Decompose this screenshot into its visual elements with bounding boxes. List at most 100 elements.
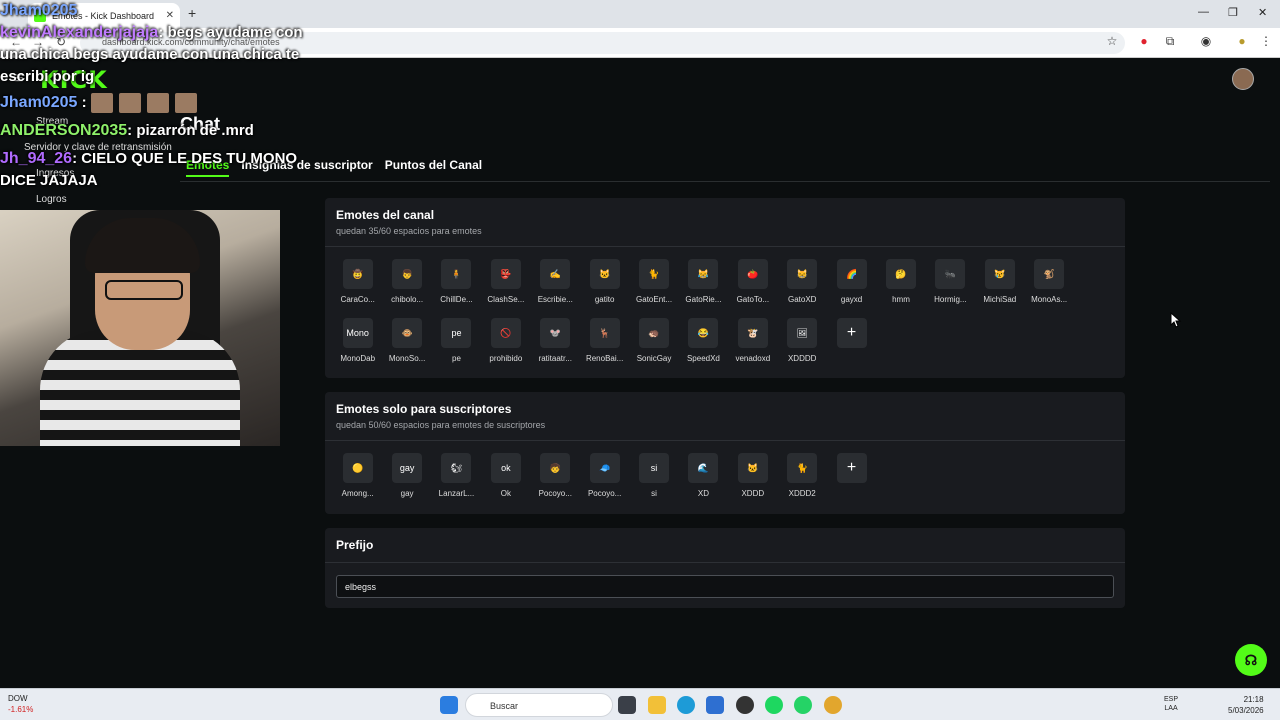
keyboard-layout: LAA — [1164, 705, 1178, 712]
channel-emote[interactable]: 🌈 gayxd — [827, 259, 876, 318]
channel-emote[interactable]: 🦔 SonicGay — [629, 318, 678, 377]
opera-extension-icon[interactable]: ● — [1136, 34, 1152, 50]
emote-image-icon: si — [639, 453, 670, 483]
emote-name: Ok — [500, 489, 511, 498]
channel-emote[interactable]: 🚫 prohibido — [481, 318, 530, 377]
subscriber-emote[interactable]: 🟡 Among... — [333, 453, 382, 512]
emote-image-icon: 🌈 — [836, 259, 867, 289]
channel-emote[interactable]: 😸 GatoXD — [778, 259, 827, 318]
channel-emote[interactable]: 👦 chibolo... — [382, 259, 431, 318]
channel-emote[interactable]: ✍ Escribie... — [531, 259, 580, 318]
prefix-input[interactable]: elbegss — [336, 575, 1114, 598]
menu-kebab-icon[interactable]: ⋮ — [1258, 34, 1274, 50]
store-icon[interactable] — [706, 696, 724, 714]
emote-name: MichiSad — [983, 295, 1017, 304]
chat-message: kevinAlexanderjajaja: begs ayudame con u… — [0, 22, 320, 88]
whatsapp-icon[interactable] — [794, 696, 812, 714]
channel-emote[interactable]: 🐭 ratitaatr... — [531, 318, 580, 377]
task-view-icon[interactable] — [618, 696, 636, 714]
emote-image-icon: 🐱 — [589, 259, 620, 289]
channel-emote[interactable]: 🐈 GatoEnt... — [629, 259, 678, 318]
emote-name: gayxd — [840, 295, 863, 304]
windows-start-icon[interactable] — [440, 696, 458, 714]
emote-name: ClashSe... — [487, 295, 525, 304]
avatar[interactable] — [1232, 68, 1254, 90]
emote-name: GatoTo... — [736, 295, 770, 304]
edge-icon[interactable] — [677, 696, 695, 714]
subscriber-add-emote-button[interactable]: + — [827, 453, 876, 512]
plus-icon: + — [836, 318, 867, 348]
stream-chat-overlay: Jham0205 kevinAlexanderjajaja: begs ayud… — [0, 2, 320, 192]
maximize-button[interactable]: ❐ — [1228, 6, 1238, 19]
chat-username: Jham0205 — [0, 94, 78, 111]
subscriber-emote[interactable]: 🧢 Pocoyo... — [580, 453, 629, 512]
subscriber-emote[interactable]: 🐿 LanzarL... — [432, 453, 481, 512]
taskbar-search-input[interactable]: Buscar — [465, 693, 613, 717]
channel-emote[interactable]: 😿 MichiSad — [975, 259, 1024, 318]
channel-emote[interactable]: 🐒 MonoAs... — [1024, 259, 1073, 318]
subscriber-emote[interactable]: 🌊 XD — [679, 453, 728, 512]
emote-name: MonoSo... — [388, 354, 426, 363]
channel-emote[interactable]: 😹 GatoRie... — [679, 259, 728, 318]
system-clock[interactable]: 21:18 5/03/2026 — [1228, 694, 1264, 716]
emote-name: MonoDab — [340, 354, 376, 363]
subscriber-emote[interactable]: 🐈 XDDD2 — [778, 453, 827, 512]
profile-extension-icon[interactable]: ◉ — [1198, 34, 1214, 50]
spotify-icon[interactable] — [765, 696, 783, 714]
emote-image-icon: 🚫 — [490, 318, 521, 348]
channel-add-emote-button[interactable]: + — [827, 318, 876, 377]
channel-emote[interactable]: 🐜 Hormig... — [926, 259, 975, 318]
sidebar-item-achievements[interactable]: Logros — [36, 194, 67, 205]
chat-username: Jh_94_26 — [0, 150, 73, 167]
chat-message: Jham0205 : — [0, 92, 320, 114]
channel-emote[interactable]: 🐱 gatito — [580, 259, 629, 318]
channel-emote[interactable]: 👺 ClashSe... — [481, 259, 530, 318]
channel-emote[interactable]: 🍅 GatoTo... — [728, 259, 777, 318]
subscriber-emote[interactable]: 🐱 XDDD — [728, 453, 777, 512]
emote-image-icon: 😸 — [787, 259, 818, 289]
emote-name: prohibido — [489, 354, 523, 363]
chrome-icon[interactable] — [824, 696, 842, 714]
emote-name: GatoXD — [787, 295, 817, 304]
extensions-puzzle-icon[interactable]: ⧉ — [1162, 34, 1178, 50]
subscriber-emote[interactable]: ok Ok — [481, 453, 530, 512]
channel-emote[interactable]: Mono MonoDab — [333, 318, 382, 377]
emote-name: venadoxd — [735, 354, 771, 363]
channel-emote[interactable]: 🧍 ChillDe... — [432, 259, 481, 318]
emote-name: XDDD — [741, 489, 765, 498]
stock-widget[interactable]: DOW -1.61% — [8, 693, 33, 715]
emote-name: CaraCo... — [340, 295, 375, 304]
emote-image-icon: 🧒 — [540, 453, 571, 483]
emote-name: XDDDD — [787, 354, 817, 363]
channel-emote[interactable]: 🤔 hmm — [876, 259, 925, 318]
user-profile-icon[interactable]: ● — [1234, 34, 1250, 50]
subscriber-emote[interactable]: gay gay — [382, 453, 431, 512]
emote-name: LanzarL... — [438, 489, 475, 498]
language-indicator[interactable]: ESP LAA — [1164, 695, 1178, 713]
subscriber-emote[interactable]: si si — [629, 453, 678, 512]
minimize-button[interactable]: — — [1198, 6, 1209, 18]
bookmark-star-icon[interactable]: ☆ — [1104, 34, 1120, 50]
emote-name: Among... — [341, 489, 374, 498]
subscriber-emote[interactable]: 🧒 Pocoyo... — [531, 453, 580, 512]
obs-icon[interactable] — [736, 696, 754, 714]
emote-image-icon: 🐱 — [737, 453, 768, 483]
clock-date: 5/03/2026 — [1228, 706, 1264, 715]
channel-emote[interactable]: 🐵 MonoSo... — [382, 318, 431, 377]
emote-name: ChillDe... — [440, 295, 473, 304]
close-window-button[interactable]: ✕ — [1258, 6, 1267, 19]
channel-emote[interactable]: 😂 SpeedXd — [679, 318, 728, 377]
tab-channel-points[interactable]: Puntos del Canal — [385, 158, 482, 177]
card-title: Emotes solo para suscriptores — [336, 402, 512, 416]
emote-image-icon: 🐵 — [392, 318, 423, 348]
channel-emote[interactable]: 🖼 XDDDD — [778, 318, 827, 377]
channel-emote[interactable]: 🤠 CaraCo... — [333, 259, 382, 318]
help-headset-icon[interactable]: ☊ — [1235, 644, 1267, 676]
file-explorer-icon[interactable] — [648, 696, 666, 714]
channel-emote[interactable]: 🐮 venadoxd — [728, 318, 777, 377]
channel-emote[interactable]: 🦌 RenoBai... — [580, 318, 629, 377]
streamer-glasses — [105, 280, 183, 300]
emote-name: gatito — [594, 295, 615, 304]
channel-emote[interactable]: pe pe — [432, 318, 481, 377]
emote-image-icon: 🐮 — [737, 318, 768, 348]
